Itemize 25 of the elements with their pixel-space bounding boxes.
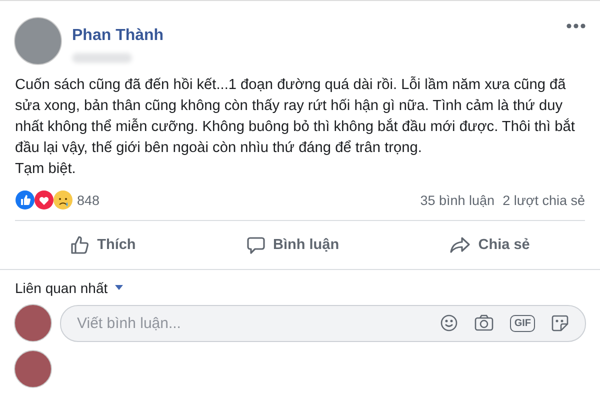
like-button[interactable]: Thích: [54, 225, 152, 265]
emoji-icon[interactable]: [440, 314, 458, 332]
caret-icon: [114, 285, 124, 291]
reaction-count[interactable]: 848: [77, 192, 100, 208]
reaction-icons[interactable]: [15, 190, 73, 210]
post-closing: Tạm biệt.: [15, 160, 77, 179]
comment-count[interactable]: 35 bình luận: [420, 192, 495, 208]
user-avatar[interactable]: [14, 304, 52, 342]
speech-bubble-icon: [246, 235, 266, 255]
post-text: Cuốn sách cũng đã đến hồi kết...1 đoạn đường quá dài rồi. Lỗi lầm năm xưa cũng đã sửa xong, bản thân cũng không còn thấy ray rứt hối hận gì nữa. Tình cảm là thứ duy nhất không thể miễn cưỡng. Không buông bỏ thì không bắt đầu mới được. Thôi thì bắt đầu lại vậy, thế giới bên ngoài còn nhìu thứ đáng để trân trọng.: [15, 75, 576, 158]
avatar-photo[interactable]: [14, 350, 52, 388]
share-count[interactable]: 2 lượt chia sẻ: [502, 192, 585, 208]
blurred-timestamp: [72, 53, 132, 63]
share-arrow-icon: [449, 235, 472, 255]
share-button[interactable]: Chia sẻ: [433, 225, 546, 265]
sort-dropdown[interactable]: Liên quan nhất: [15, 280, 124, 296]
camera-icon[interactable]: [474, 314, 494, 332]
author-name[interactable]: Phan Thành: [72, 27, 164, 44]
thumbs-up-icon: [70, 235, 90, 255]
comment-button[interactable]: Bình luận: [230, 225, 356, 265]
more-icon[interactable]: [566, 23, 586, 29]
avatar-photo[interactable]: [14, 17, 62, 65]
comment-input[interactable]: Viết bình luận... GIF: [60, 304, 586, 342]
gif-button[interactable]: GIF: [510, 314, 535, 332]
sticker-icon[interactable]: [551, 314, 569, 332]
